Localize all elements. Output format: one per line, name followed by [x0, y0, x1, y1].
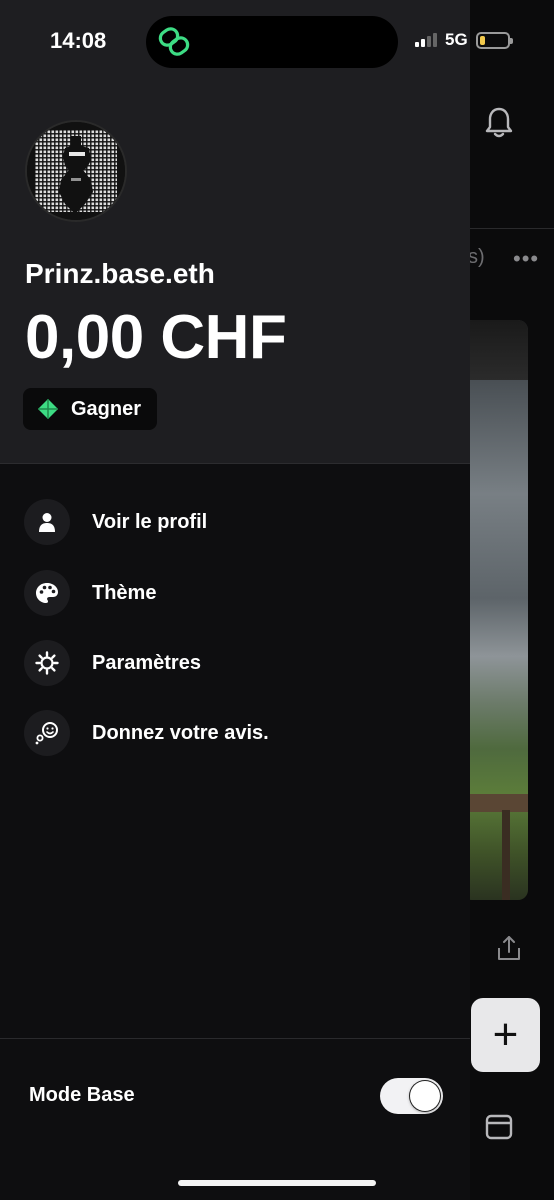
link-chain-icon: [158, 27, 190, 56]
menu-item-settings[interactable]: Paramètres: [24, 640, 444, 686]
signal-icon: [413, 31, 439, 49]
background-divider: [470, 228, 554, 229]
menu-item-label: Voir le profil: [92, 510, 208, 533]
mode-label: Mode Base: [29, 1084, 135, 1106]
menu-item-theme[interactable]: Thème: [24, 570, 444, 616]
username: Prinz.base.eth: [25, 258, 215, 289]
menu-item-label: Donnez votre avis.: [92, 721, 269, 744]
network-type: 5G: [445, 30, 468, 49]
more-dots-icon[interactable]: •••: [513, 246, 539, 272]
earn-button-label: Gagner: [71, 397, 142, 420]
menu-item-label: Thème: [92, 581, 157, 604]
gear-icon: [24, 640, 70, 686]
palette-icon: [24, 570, 70, 616]
person-icon: [24, 499, 70, 545]
pixel-avatar-icon: [27, 122, 125, 220]
side-drawer: 14:08 5G Prinz.base.eth 0,00 CHF Gagner …: [0, 0, 513, 1200]
wallet-balance: 0,00 CHF: [25, 303, 287, 372]
menu-item-label: Paramètres: [92, 651, 201, 674]
feedback-icon: [24, 710, 70, 756]
menu-item-feedback[interactable]: Donnez votre avis.: [24, 710, 444, 756]
earn-button[interactable]: Gagner: [23, 388, 157, 430]
plus-icon: +: [492, 1010, 519, 1059]
mode-base-toggle[interactable]: [380, 1078, 443, 1114]
status-indicators: 5G: [413, 30, 513, 50]
menu-item-view-profile[interactable]: Voir le profil: [24, 499, 444, 545]
home-indicator[interactable]: [178, 1180, 376, 1186]
compose-button[interactable]: +: [471, 998, 540, 1072]
background-tab-label[interactable]: s): [468, 246, 485, 269]
bell-icon[interactable]: [484, 106, 514, 140]
footer-divider: [0, 1038, 470, 1039]
status-time: 14:08: [50, 28, 107, 53]
diamond-icon: [38, 399, 58, 419]
avatar[interactable]: [25, 120, 127, 222]
post-image[interactable]: [462, 320, 528, 900]
share-icon[interactable]: [496, 934, 522, 962]
toggle-knob: [410, 1081, 440, 1111]
battery-icon: [475, 31, 513, 49]
window-icon[interactable]: [484, 1112, 514, 1142]
